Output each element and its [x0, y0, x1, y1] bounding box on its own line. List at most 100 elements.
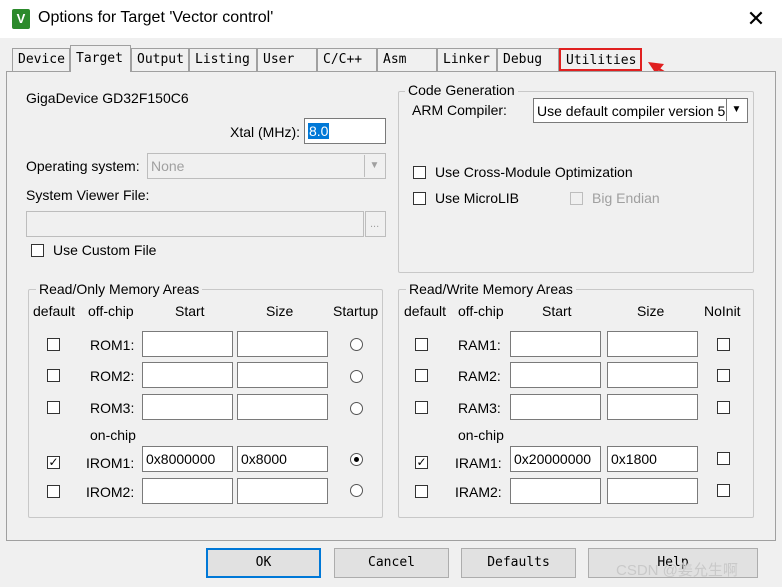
irom1-size-input[interactable]: 0x8000 [237, 446, 328, 472]
ram3-default-checkbox[interactable] [415, 401, 428, 414]
arm-compiler-label: ARM Compiler: [412, 102, 507, 118]
ram2-size-input[interactable] [607, 362, 698, 388]
ok-button[interactable]: OK [206, 548, 321, 578]
tab-utilities[interactable]: Utilities [559, 48, 642, 71]
ro-header-start: Start [175, 303, 205, 319]
irom1-default-checkbox[interactable]: ✓ [47, 456, 60, 469]
ram1-start-input[interactable] [510, 331, 601, 357]
arm-compiler-select[interactable]: Use default compiler version 5 ▼ [533, 98, 748, 123]
irom2-default-checkbox[interactable] [47, 485, 60, 498]
defaults-button[interactable]: Defaults [461, 548, 576, 578]
microlib-label: Use MicroLIB [435, 190, 520, 206]
cancel-button[interactable]: Cancel [334, 548, 449, 578]
irom1-startup-radio[interactable] [350, 453, 363, 466]
rw-header-noinit: NoInit [704, 303, 741, 319]
ram2-start-input[interactable] [510, 362, 601, 388]
ram2-noinit-checkbox[interactable] [717, 369, 730, 382]
rom1-label: ROM1: [90, 337, 135, 353]
svf-input[interactable] [26, 211, 364, 237]
rw-header-offchip: off-chip [458, 303, 504, 319]
close-icon[interactable]: ✕ [743, 6, 769, 32]
ram1-size-input[interactable] [607, 331, 698, 357]
rom3-default-checkbox[interactable] [47, 401, 60, 414]
ram2-label: RAM2: [458, 368, 501, 384]
svf-browse-button[interactable]: ... [365, 211, 386, 237]
rom3-label: ROM3: [90, 400, 135, 416]
tab-user[interactable]: User [257, 48, 317, 71]
irom1-start-input[interactable]: 0x8000000 [142, 446, 233, 472]
device-name: GigaDevice GD32F150C6 [26, 90, 189, 106]
iram2-size-input[interactable] [607, 478, 698, 504]
tab-c-cpp[interactable]: C/C++ [317, 48, 377, 71]
os-select[interactable]: None ▼ [147, 153, 386, 179]
os-label: Operating system: [26, 158, 140, 174]
ro-onchip-label: on-chip [90, 427, 136, 443]
csdn-watermark: CSDN @姜允生啊 [616, 562, 738, 579]
rom2-start-input[interactable] [142, 362, 233, 388]
iram1-start-input[interactable]: 0x20000000 [510, 446, 601, 472]
rw-header-default: default [404, 303, 447, 319]
ram1-label: RAM1: [458, 337, 501, 353]
code-generation-title: Code Generation [405, 82, 518, 98]
chevron-down-icon: ▼ [726, 99, 746, 121]
tab-debug[interactable]: Debug [497, 48, 559, 71]
rom2-size-input[interactable] [237, 362, 328, 388]
big-endian-label: Big Endian [592, 190, 660, 206]
irom2-startup-radio[interactable] [350, 484, 363, 497]
rw-memory-title: Read/Write Memory Areas [406, 281, 576, 297]
ro-header-offchip: off-chip [88, 303, 134, 319]
chevron-down-icon: ▼ [364, 155, 384, 177]
ram3-noinit-checkbox[interactable] [717, 401, 730, 414]
rom1-startup-radio[interactable] [350, 338, 363, 351]
rom1-size-input[interactable] [237, 331, 328, 357]
rom1-start-input[interactable] [142, 331, 233, 357]
iram1-size-input[interactable]: 0x1800 [607, 446, 698, 472]
tab-device[interactable]: Device [12, 48, 70, 71]
iram2-start-input[interactable] [510, 478, 601, 504]
rw-onchip-label: on-chip [458, 427, 504, 443]
custom-file-checkbox[interactable] [31, 244, 44, 257]
iram1-default-checkbox[interactable]: ✓ [415, 456, 428, 469]
title-bar: V Options for Target 'Vector control' ✕ [0, 0, 782, 38]
ram1-default-checkbox[interactable] [415, 338, 428, 351]
ro-header-startup: Startup [333, 303, 379, 319]
xtal-label: Xtal (MHz): [230, 124, 300, 140]
ro-header-default: default [33, 303, 76, 319]
iram2-label: IRAM2: [455, 484, 502, 500]
iram1-noinit-checkbox[interactable] [717, 452, 730, 465]
irom2-start-input[interactable] [142, 478, 233, 504]
svf-label: System Viewer File: [26, 187, 150, 203]
tab-output[interactable]: Output [131, 48, 189, 71]
tab-target[interactable]: Target [70, 45, 131, 72]
tab-asm[interactable]: Asm [377, 48, 437, 71]
iram2-noinit-checkbox[interactable] [717, 484, 730, 497]
rom2-label: ROM2: [90, 368, 135, 384]
rom2-startup-radio[interactable] [350, 370, 363, 383]
xtal-input[interactable]: 8.0 [304, 118, 386, 144]
tab-linker[interactable]: Linker [437, 48, 497, 71]
irom1-label: IROM1: [86, 455, 135, 471]
ram3-start-input[interactable] [510, 394, 601, 420]
rw-header-size: Size [637, 303, 665, 319]
big-endian-checkbox[interactable] [570, 192, 583, 205]
cross-module-label: Use Cross-Module Optimization [435, 164, 633, 180]
iram2-default-checkbox[interactable] [415, 485, 428, 498]
rom3-size-input[interactable] [237, 394, 328, 420]
custom-file-label: Use Custom File [53, 242, 157, 258]
microlib-checkbox[interactable] [413, 192, 426, 205]
rom3-start-input[interactable] [142, 394, 233, 420]
ram2-default-checkbox[interactable] [415, 369, 428, 382]
rom2-default-checkbox[interactable] [47, 369, 60, 382]
irom2-size-input[interactable] [237, 478, 328, 504]
tab-listing[interactable]: Listing [189, 48, 257, 71]
ram3-size-input[interactable] [607, 394, 698, 420]
cross-module-checkbox[interactable] [413, 166, 426, 179]
ram1-noinit-checkbox[interactable] [717, 338, 730, 351]
ro-header-size: Size [266, 303, 294, 319]
ro-memory-title: Read/Only Memory Areas [36, 281, 203, 297]
keil-app-icon: V [12, 9, 30, 29]
rom3-startup-radio[interactable] [350, 402, 363, 415]
irom2-label: IROM2: [86, 484, 135, 500]
rom1-default-checkbox[interactable] [47, 338, 60, 351]
rw-header-start: Start [542, 303, 572, 319]
